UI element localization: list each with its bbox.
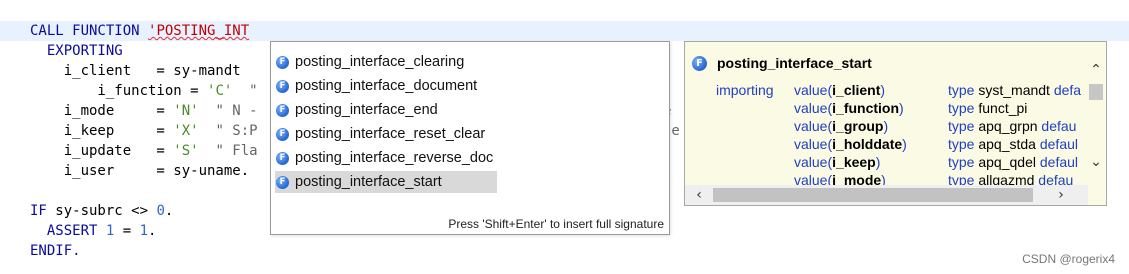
signature-parameter-row: value(i_function) type funct_pi bbox=[685, 99, 1088, 117]
code-line: i_update = 'S' " Fla bbox=[30, 141, 258, 161]
code-token: . bbox=[148, 223, 157, 239]
code-line: i_user = sy-uname. bbox=[30, 161, 249, 181]
code-token: i_update = bbox=[30, 143, 174, 159]
parameter-type: type syst_mandt defa bbox=[948, 82, 1082, 98]
function-icon: F bbox=[276, 55, 289, 69]
code-line: i_keep = 'X' " S:P bbox=[30, 121, 258, 141]
parameter-name: value(i_holddate) bbox=[794, 136, 907, 152]
signature-function-name: posting_interface_start bbox=[717, 55, 872, 71]
parameter-type: type funct_pi bbox=[948, 100, 1028, 116]
code-token: 'N' bbox=[173, 103, 199, 119]
completion-item[interactable]: Fposting_interface_reverse_doc bbox=[275, 147, 497, 169]
code-line: ENDIF. bbox=[30, 241, 81, 261]
code-line: ASSERT 1 = 1. bbox=[30, 221, 157, 241]
code-token: 1 bbox=[139, 223, 149, 239]
completion-item-label: posting_interface_document bbox=[295, 78, 478, 94]
horizontal-scrollbar[interactable]: ‹ › bbox=[685, 185, 1088, 205]
completion-hint: Press 'Shift+Enter' to insert full signa… bbox=[448, 217, 664, 231]
code-line: i_client = sy-mandt bbox=[30, 61, 241, 81]
code-token: " Fla bbox=[198, 143, 258, 159]
parameter-type: type allgazmd defau bbox=[948, 172, 1074, 186]
code-token: 'X' bbox=[173, 123, 199, 139]
parameter-type: type apq_stda defaul bbox=[948, 136, 1079, 152]
code-token: i_keep = bbox=[30, 123, 174, 139]
code-token: IF bbox=[30, 203, 47, 219]
code-line: EXPORTING bbox=[30, 41, 123, 61]
signature-parameter-list: importing value(i_client) type syst_mandt … bbox=[685, 80, 1088, 186]
parameter-type: type apq_qdel defaul bbox=[948, 154, 1079, 170]
code-token: i_mode = bbox=[30, 103, 174, 119]
parameter-name: value(i_group) bbox=[794, 118, 889, 134]
watermark: CSDN @rogerix4 bbox=[1022, 252, 1115, 266]
code-token: sy-subrc <> bbox=[46, 203, 157, 219]
completion-item-label: posting_interface_reverse_doc bbox=[295, 150, 494, 166]
completion-item-label: posting_interface_reset_clear bbox=[295, 126, 486, 142]
code-line: i_function = 'C' " bbox=[30, 81, 258, 101]
code-token: i_user = sy-uname. bbox=[30, 163, 250, 179]
code-line: CALL FUNCTION 'POSTING_INT bbox=[30, 21, 249, 41]
completion-item[interactable]: Fposting_interface_reset_clear bbox=[275, 123, 497, 145]
function-icon: F bbox=[276, 79, 289, 93]
function-icon: F bbox=[276, 151, 289, 165]
parameter-kind: importing bbox=[716, 82, 774, 98]
signature-parameter-row: value(i_holddate) type apq_stda defaul bbox=[685, 135, 1088, 153]
signature-title: F posting_interface_start bbox=[691, 55, 872, 71]
code-token: EXPORTING bbox=[30, 43, 123, 59]
code-token: 'C' bbox=[207, 83, 233, 99]
code-line: i_mode = 'N' " N - bbox=[30, 101, 258, 121]
completion-item[interactable]: Fposting_interface_document bbox=[275, 75, 497, 97]
parameter-type: type apq_grpn defau bbox=[948, 118, 1077, 134]
horizontal-scroll-thumb[interactable] bbox=[713, 188, 1033, 202]
parameter-name: value(i_mode) bbox=[794, 172, 886, 186]
code-completion-popup[interactable]: Fposting_interface_clearing Fposting_inte… bbox=[270, 41, 670, 235]
code-token: 'POSTING_INT bbox=[148, 23, 250, 39]
code-token: = bbox=[114, 223, 140, 239]
code-token: i_function = bbox=[30, 83, 208, 99]
scroll-left-icon[interactable]: ‹ bbox=[691, 187, 707, 203]
function-icon: F bbox=[276, 103, 289, 117]
signature-parameter-row: value(i_mode) type allgazmd defau bbox=[685, 171, 1088, 186]
code-token: i_client = sy-mandt bbox=[30, 63, 241, 79]
parameter-name: value(i_function) bbox=[794, 100, 904, 116]
scroll-up-icon[interactable]: ⌃ bbox=[1087, 62, 1105, 78]
completion-item-label: posting_interface_start bbox=[295, 174, 442, 190]
parameter-name: value(i_client) bbox=[794, 82, 886, 98]
code-token: . bbox=[164, 203, 174, 219]
completion-item-label: posting_interface_clearing bbox=[295, 54, 465, 70]
function-icon: F bbox=[692, 55, 707, 71]
signature-parameter-row: importing value(i_client) type syst_mandt … bbox=[685, 81, 1088, 99]
signature-tooltip[interactable]: F posting_interface_start importing value… bbox=[684, 41, 1107, 206]
code-token: ENDIF. bbox=[30, 243, 81, 259]
code-token: " N - bbox=[198, 103, 258, 119]
code-token: 'S' bbox=[173, 143, 199, 159]
vertical-scrollbar[interactable]: ⌃ ⌄ bbox=[1086, 56, 1106, 186]
function-icon: F bbox=[276, 127, 289, 141]
completion-item[interactable]: Fposting_interface_end bbox=[275, 99, 497, 121]
code-token: ASSERT bbox=[30, 223, 106, 239]
vertical-scroll-thumb[interactable] bbox=[1089, 84, 1103, 100]
code-token: 0 bbox=[156, 203, 165, 219]
parameter-name: value(i_keep) bbox=[794, 154, 881, 170]
signature-parameter-row: value(i_keep) type apq_qdel defaul bbox=[685, 153, 1088, 171]
completion-item[interactable]: Fposting_interface_clearing bbox=[275, 51, 497, 73]
code-token: " S:P bbox=[198, 123, 258, 139]
completion-item-label: posting_interface_end bbox=[295, 102, 438, 118]
function-icon: F bbox=[276, 175, 289, 189]
signature-parameter-row: value(i_group) type apq_grpn defau bbox=[685, 117, 1088, 135]
completion-item[interactable]: Fposting_interface_start bbox=[275, 171, 497, 193]
code-token: CALL FUNCTION bbox=[30, 23, 149, 39]
scroll-right-icon[interactable]: › bbox=[1053, 187, 1069, 203]
code-token: " bbox=[232, 83, 258, 99]
scroll-down-icon[interactable]: ⌄ bbox=[1087, 154, 1105, 170]
code-line: IF sy-subrc <> 0. bbox=[30, 201, 173, 221]
